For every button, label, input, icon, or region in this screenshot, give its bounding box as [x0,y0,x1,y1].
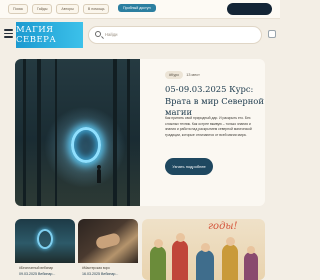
menu-icon[interactable] [4,29,13,38]
trial-access-button[interactable]: Пробный доступ [118,4,156,12]
card-title[interactable]: 16.03.2025 Вебинар... [82,272,118,276]
card-image [15,219,75,263]
hero-title[interactable]: 05-09.03.2025 Курс: Врата в мир Северной… [165,84,265,119]
hero-description: Как принять свой природный дар. И раскры… [165,116,252,137]
hero-image [15,59,140,206]
account-button[interactable] [227,3,272,15]
hero-seats: 13 мест [186,73,200,77]
card-image [78,219,138,263]
hero-tags: #Курс 13 мест [165,71,200,79]
promo-card[interactable]: годы! [142,219,265,280]
top-link-guides[interactable]: Гайды [31,4,53,14]
hero-tag[interactable]: #Курс [165,71,184,79]
card-tag: #Бесплатный вебинар [19,266,54,270]
promo-image: годы! [142,219,265,280]
site-logo[interactable]: МАГИЯ СЕВЕРА [16,22,83,48]
card-title[interactable]: 09.03.2025 Вебинар... [19,272,55,276]
top-bar: Поиск Гайды Авторы В помощь Пробный дост… [0,0,280,19]
promo-caption: годы! [208,221,238,232]
search-input[interactable]: Найди [88,26,262,44]
top-link-search[interactable]: Поиск [8,4,28,14]
article-card[interactable]: #Бесплатный вебинар 09.03.2025 Вебинар..… [15,219,75,280]
search-icon [95,31,101,37]
site-header: МАГИЯ СЕВЕРА Найди [0,20,280,52]
search-placeholder: Найди [105,32,118,37]
sidebar-toggle-icon[interactable] [268,30,276,38]
learn-more-button[interactable]: Узнать подробнее [165,158,213,175]
featured-course-card[interactable]: #Курс 13 мест 05-09.03.2025 Курс: Врата … [15,59,265,206]
top-link-authors[interactable]: Авторы [56,4,79,14]
top-link-help[interactable]: В помощь [82,4,110,14]
article-card[interactable]: #Мастерская ворс 16.03.2025 Вебинар... [78,219,138,280]
card-tag: #Мастерская ворс [82,266,110,270]
top-links: Поиск Гайды Авторы В помощь [8,4,110,14]
logo-text: МАГИЯ СЕВЕРА [16,25,57,45]
portal-illustration [71,127,101,163]
